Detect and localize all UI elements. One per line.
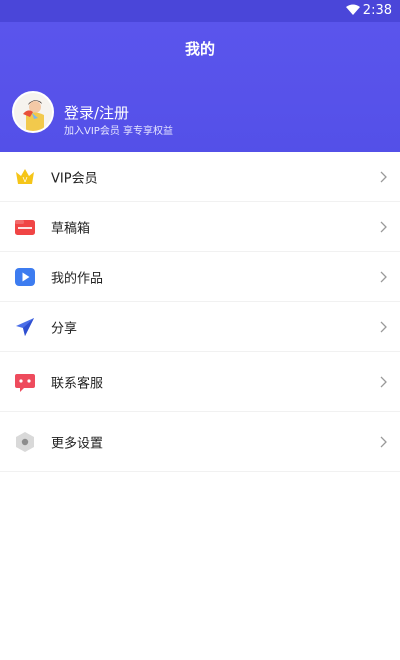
chevron-right-icon [380, 321, 387, 332]
video-play-icon [15, 267, 35, 286]
vip-benefits-subtitle: 加入VIP会员 享专享权益 [64, 126, 173, 137]
chevron-right-icon [380, 376, 387, 387]
chevron-right-icon [380, 271, 387, 282]
menu-item-label: 分享 [51, 321, 78, 336]
menu-item-share[interactable]: 分享 [0, 302, 400, 352]
svg-text:V: V [23, 176, 28, 184]
login-register-link[interactable]: 登录/注册 [64, 102, 129, 123]
chevron-right-icon [380, 171, 387, 182]
menu-item-vip[interactable]: V VIP会员 [0, 152, 400, 202]
profile-header: 我的 登录/注册 加入VIP会员 享专享权益 [0, 22, 400, 152]
status-bar: 2:38 [0, 0, 400, 22]
wifi-icon [346, 4, 360, 15]
chat-support-icon [15, 373, 35, 392]
drafts-folder-icon [15, 219, 35, 235]
menu-item-label: 草稿箱 [51, 221, 91, 236]
chevron-right-icon [380, 221, 387, 232]
menu-item-label: 我的作品 [51, 271, 104, 286]
menu-item-more-settings[interactable]: 更多设置 [0, 412, 400, 472]
status-time: 2:38 [362, 3, 392, 18]
avatar-illustration-icon [14, 93, 52, 131]
menu-item-label: 更多设置 [51, 436, 104, 451]
page-title: 我的 [184, 40, 215, 58]
menu-item-contact-support[interactable]: 联系客服 [0, 352, 400, 412]
menu-item-label: 联系客服 [51, 376, 104, 391]
menu-item-label: VIP会员 [51, 171, 98, 186]
paper-plane-icon [16, 317, 34, 336]
settings-hexagon-icon [16, 431, 34, 452]
menu-item-drafts[interactable]: 草稿箱 [0, 202, 400, 252]
menu-item-my-works[interactable]: 我的作品 [0, 252, 400, 302]
vip-crown-icon: V [16, 168, 34, 184]
settings-menu: V VIP会员 草稿箱 我的作品 分享 联系客服 更多设置 [0, 152, 400, 472]
avatar[interactable] [12, 91, 54, 133]
chevron-right-icon [380, 436, 387, 447]
